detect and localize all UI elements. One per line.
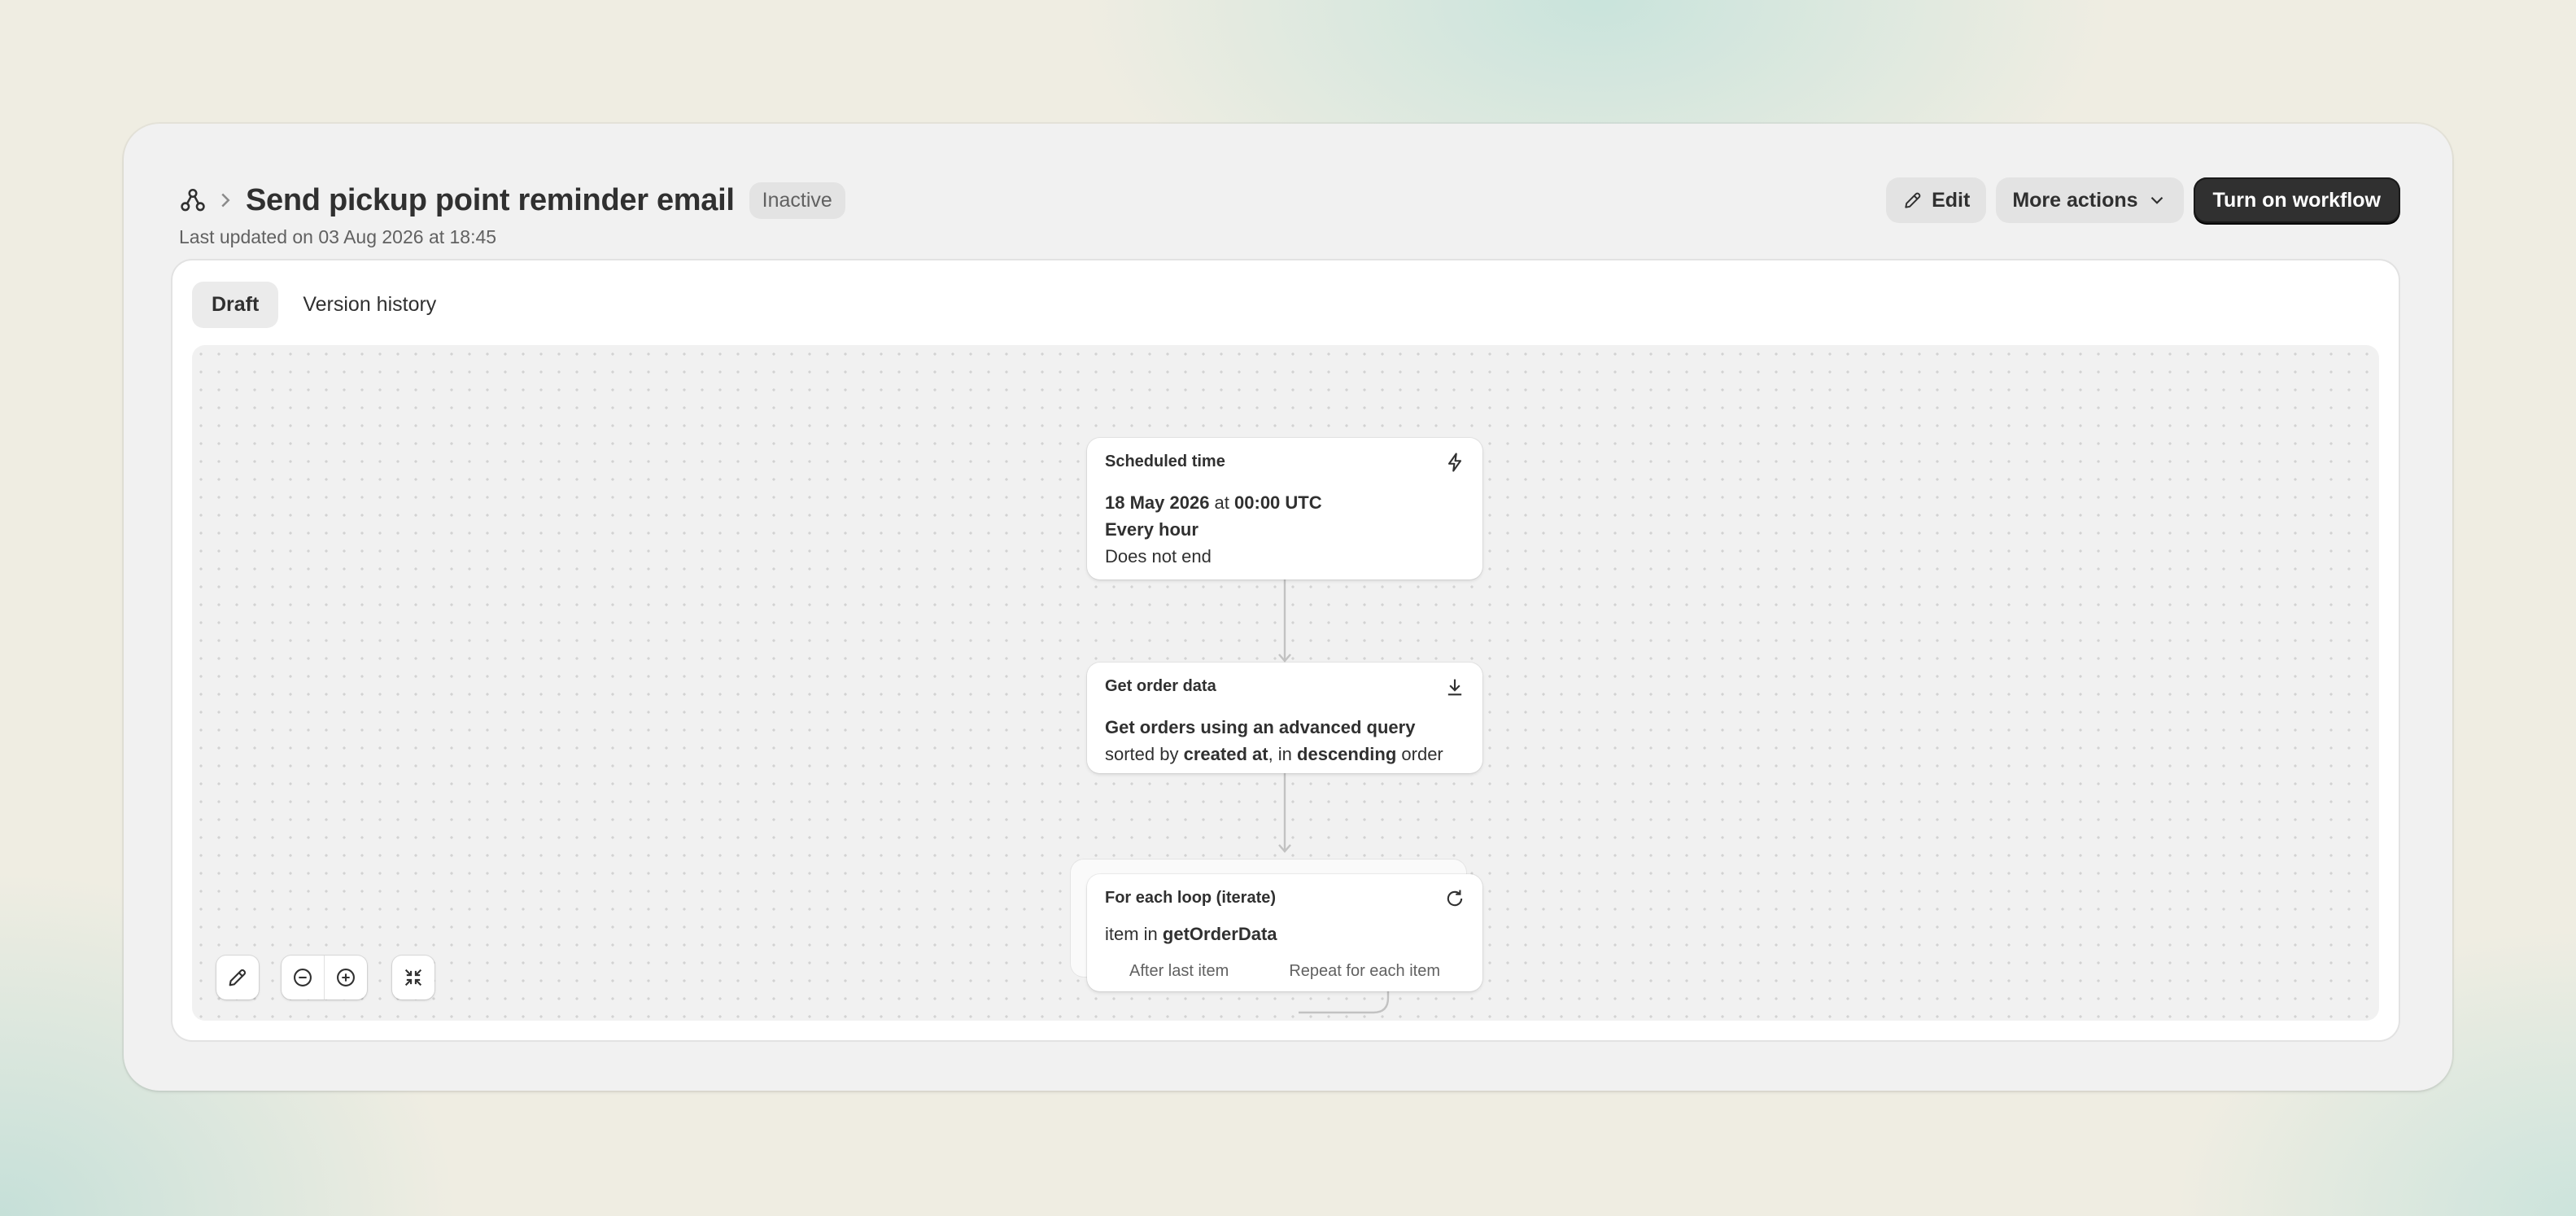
action-node-get-order-data[interactable]: Get order data Get orders using an advan…: [1087, 663, 1482, 773]
node-body: 18 May 2026 at 00:00 UTC Every hour Does…: [1105, 489, 1465, 570]
sort-in: , in: [1268, 744, 1298, 764]
chevron-right-icon: [221, 193, 230, 208]
workflow-canvas[interactable]: Scheduled time 18 May 2026 at 00:00 UTC …: [192, 345, 2379, 1021]
zoom-in-icon: [337, 969, 355, 986]
loop-variable: getOrderData: [1162, 924, 1277, 944]
node-body: Get orders using an advanced query sorte…: [1105, 714, 1465, 768]
page-header: Send pickup point reminder email Inactiv…: [179, 177, 2400, 247]
loop-branches: After last item Repeat for each item: [1105, 962, 1465, 981]
more-actions-button[interactable]: More actions: [1996, 177, 2184, 223]
node-title: For each loop (iterate): [1105, 889, 1277, 907]
more-actions-label: More actions: [2012, 188, 2138, 212]
tab-draft[interactable]: Draft: [192, 282, 279, 328]
workflow-icon[interactable]: [179, 186, 207, 214]
workflow-card: Draft Version history Scheduled time 18 …: [172, 260, 2399, 1040]
edit-label: Edit: [1932, 188, 1971, 212]
page-title: Send pickup point reminder email: [246, 182, 735, 217]
node-body: item in getOrderData: [1105, 921, 1465, 947]
query-sorted-by: sorted by: [1105, 744, 1184, 764]
schedule-date: 18 May 2026: [1105, 492, 1210, 513]
turn-on-workflow-button[interactable]: Turn on workflow: [2193, 177, 2400, 223]
schedule-time: 00:00 UTC: [1234, 492, 1322, 513]
pencil-icon: [1905, 192, 1921, 208]
connector-trigger-to-data: [1278, 580, 1291, 663]
zoom-in-button[interactable]: [324, 956, 367, 999]
loop-node-for-each[interactable]: For each loop (iterate) item in getOrder…: [1087, 874, 1482, 991]
workflow-window: Send pickup point reminder email Inactiv…: [124, 124, 2452, 1091]
connector-data-to-loop: [1278, 773, 1291, 853]
fit-view-control: [392, 956, 434, 999]
fit-view-button[interactable]: [392, 956, 434, 999]
branch-after-last-item[interactable]: After last item: [1129, 962, 1229, 981]
collapse-icon: [404, 969, 422, 986]
schedule-frequency: Every hour: [1105, 519, 1198, 540]
branch-repeat-for-each-item[interactable]: Repeat for each item: [1289, 962, 1440, 981]
pencil-icon: [229, 969, 247, 986]
turn-on-workflow-label: Turn on workflow: [2212, 188, 2381, 212]
node-title: Scheduled time: [1105, 453, 1225, 470]
last-updated-text: Last updated on 03 Aug 2026 at 18:45: [179, 226, 497, 247]
refresh-icon: [1447, 890, 1463, 907]
tab-version-history[interactable]: Version history: [283, 282, 456, 328]
header-actions: Edit More actions Turn on workflow: [1886, 177, 2400, 223]
zoom-controls: [282, 956, 367, 999]
query-type: Get orders using an advanced query: [1105, 717, 1416, 737]
sort-direction: descending: [1297, 744, 1397, 764]
zoom-out-button[interactable]: [282, 956, 324, 999]
breadcrumb: Send pickup point reminder email Inactiv…: [179, 177, 845, 223]
sort-order: order: [1396, 744, 1443, 764]
lightning-icon: [1447, 453, 1462, 472]
download-icon: [1447, 679, 1462, 696]
status-badge: Inactive: [749, 182, 845, 219]
edit-button[interactable]: Edit: [1886, 177, 1987, 223]
loop-prefix: item in: [1105, 924, 1163, 944]
node-title: Get order data: [1105, 677, 1216, 695]
schedule-end: Does not end: [1105, 546, 1212, 566]
zoom-out-icon: [294, 969, 312, 986]
schedule-at: at: [1209, 492, 1235, 513]
connector-loop-repeat: [1299, 991, 1390, 1014]
edit-canvas-control: [216, 956, 259, 999]
trigger-node-scheduled-time[interactable]: Scheduled time 18 May 2026 at 00:00 UTC …: [1087, 438, 1482, 580]
chevron-down-icon: [2150, 196, 2163, 204]
edit-canvas-button[interactable]: [216, 956, 259, 999]
tabs: Draft Version history: [192, 282, 456, 328]
sort-field: created at: [1183, 744, 1268, 764]
